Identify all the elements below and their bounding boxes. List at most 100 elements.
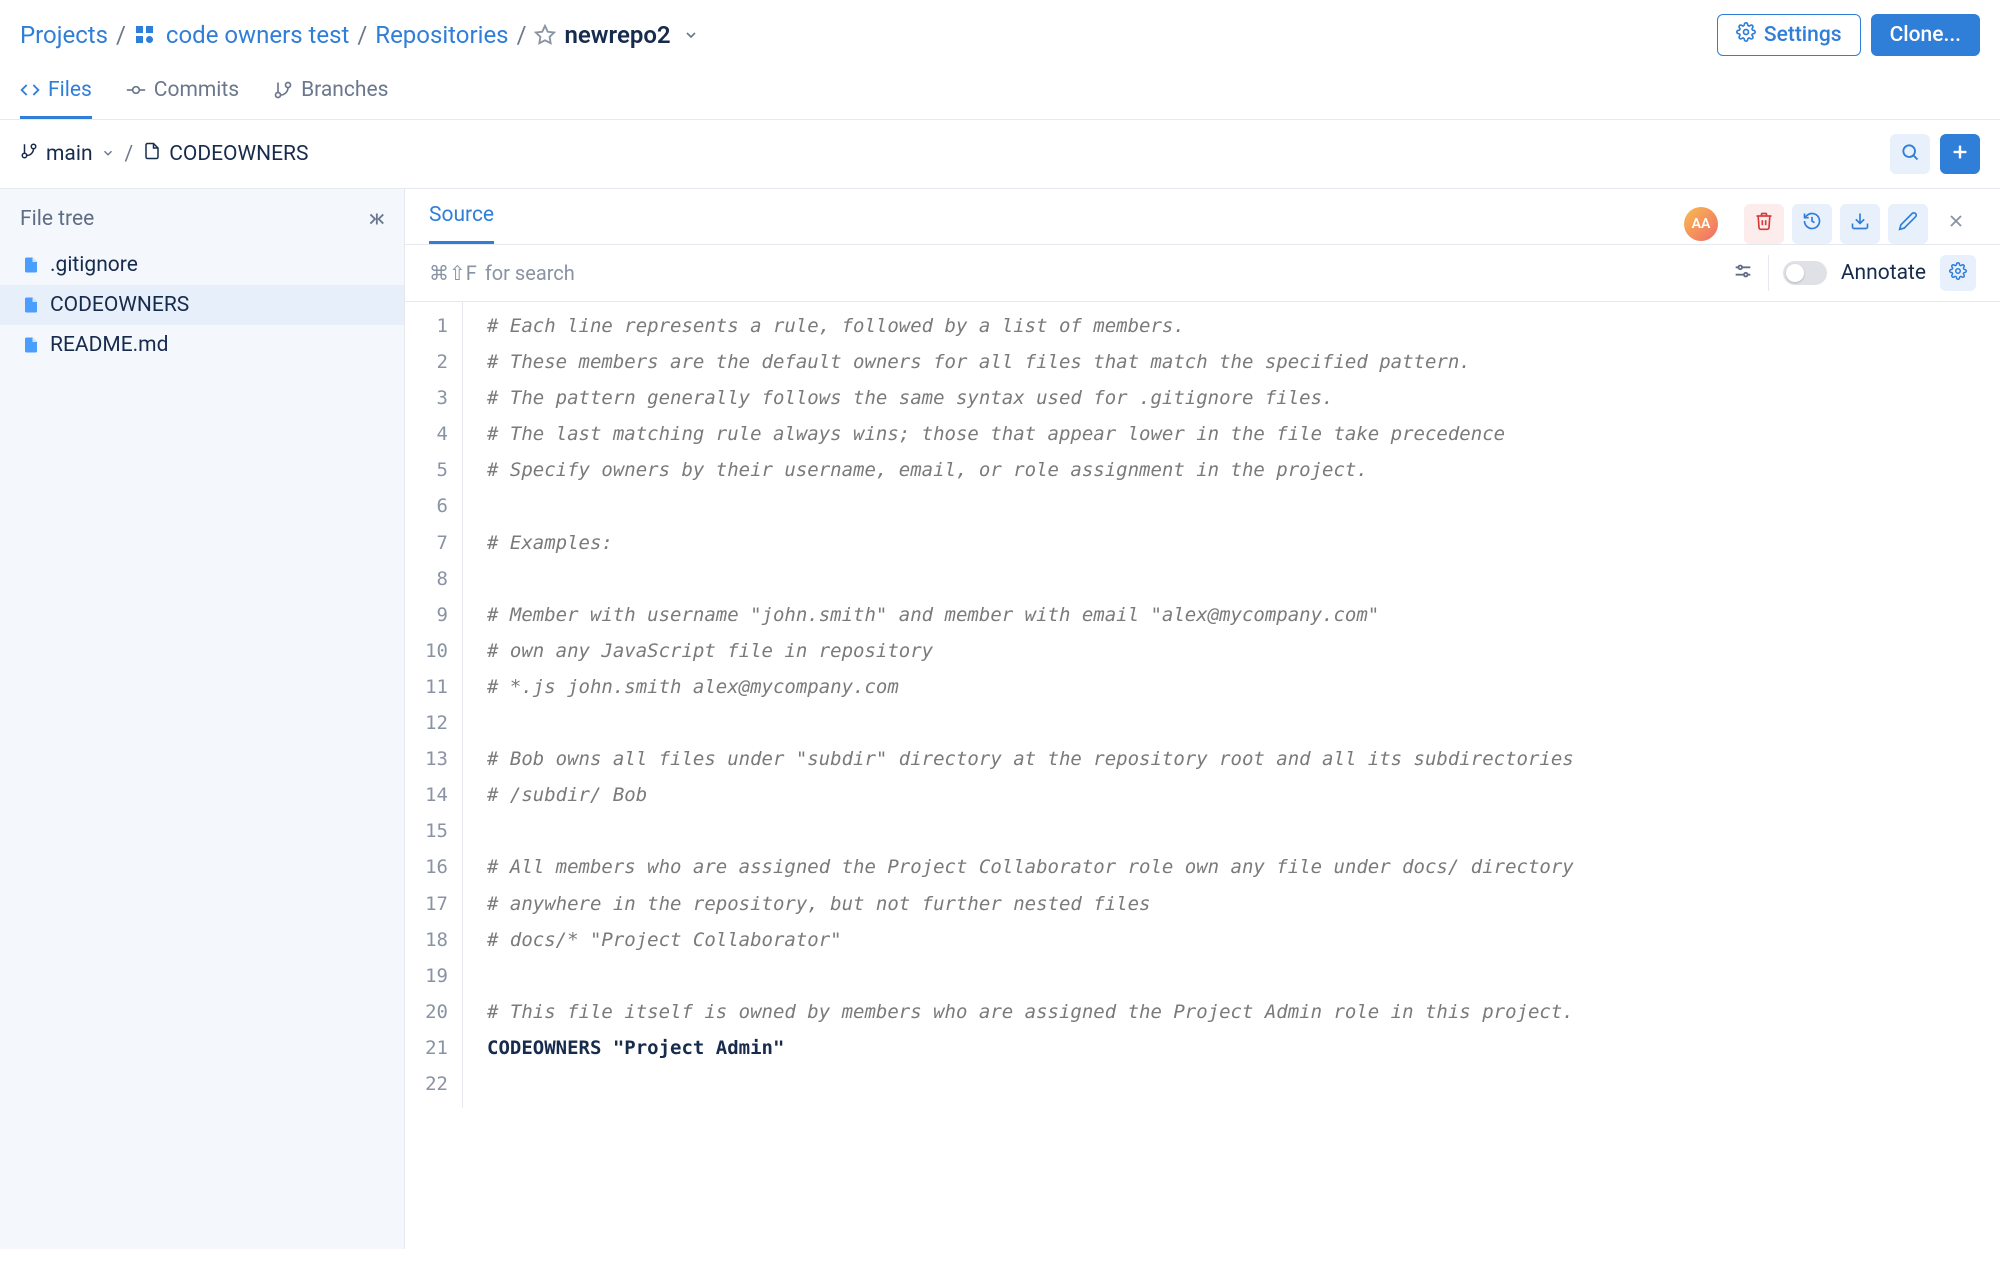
- line-number: 18: [405, 922, 448, 958]
- path-sep: /: [125, 142, 134, 166]
- branch-name: main: [46, 142, 93, 166]
- tree-item[interactable]: README.md: [0, 325, 404, 365]
- search-icon: [1900, 142, 1920, 167]
- divider: [1768, 255, 1769, 291]
- tab-branches[interactable]: Branches: [273, 66, 388, 119]
- collapse-sidebar-icon[interactable]: [364, 208, 386, 230]
- code-line: # All members who are assigned the Proje…: [487, 849, 2000, 885]
- line-number: 16: [405, 849, 448, 885]
- code-line: # This file itself is owned by members w…: [487, 994, 2000, 1030]
- viewer-settings-button[interactable]: [1940, 255, 1976, 291]
- branch-icon: [20, 142, 38, 166]
- tab-commits-label: Commits: [154, 78, 239, 102]
- line-number: 6: [405, 488, 448, 524]
- code-body[interactable]: # Each line represents a rule, followed …: [463, 302, 2000, 1108]
- settings-label: Settings: [1764, 23, 1842, 47]
- close-icon: [1946, 211, 1966, 236]
- pencil-icon: [1898, 211, 1918, 236]
- search-hint-shortcut: ⌘⇧F: [429, 261, 477, 285]
- tree-item[interactable]: .gitignore: [0, 245, 404, 285]
- tree-item-label: CODEOWNERS: [50, 293, 189, 317]
- avatar[interactable]: AA: [1684, 207, 1718, 241]
- code-line: # Examples:: [487, 525, 2000, 561]
- tree-item-label: README.md: [50, 333, 168, 357]
- code-line: [487, 488, 2000, 524]
- edit-button[interactable]: [1888, 204, 1928, 244]
- gear-icon: [1736, 22, 1756, 48]
- plus-icon: [1949, 141, 1971, 168]
- line-gutter: 12345678910111213141516171819202122: [405, 302, 463, 1108]
- file-icon: [22, 255, 40, 275]
- annotate-label: Annotate: [1841, 261, 1926, 285]
- commit-icon: [126, 80, 146, 100]
- filter-icon[interactable]: [1732, 260, 1754, 287]
- delete-button[interactable]: [1744, 204, 1784, 244]
- code-line: [487, 705, 2000, 741]
- code-line: [487, 958, 2000, 994]
- search-button[interactable]: [1890, 134, 1930, 174]
- file-tree-title: File tree: [20, 207, 94, 231]
- breadcrumb-sep: /: [116, 21, 126, 49]
- tab-commits[interactable]: Commits: [126, 66, 239, 119]
- line-number: 9: [405, 597, 448, 633]
- breadcrumb-projects[interactable]: Projects: [20, 21, 108, 49]
- add-button[interactable]: [1940, 134, 1980, 174]
- line-number: 1: [405, 308, 448, 344]
- breadcrumb-sep: /: [357, 21, 367, 49]
- line-number: 7: [405, 525, 448, 561]
- download-button[interactable]: [1840, 204, 1880, 244]
- breadcrumb-sep: /: [517, 21, 527, 49]
- code-line: [487, 561, 2000, 597]
- line-number: 11: [405, 669, 448, 705]
- content-tab-source[interactable]: Source: [429, 203, 494, 244]
- line-number: 5: [405, 452, 448, 488]
- project-icon: [134, 24, 156, 46]
- line-number: 4: [405, 416, 448, 452]
- branch-icon: [273, 80, 293, 100]
- clone-button[interactable]: Clone...: [1871, 14, 1980, 56]
- tree-item[interactable]: CODEOWNERS: [0, 285, 404, 325]
- line-number: 17: [405, 886, 448, 922]
- gear-icon: [1949, 262, 1967, 285]
- file-name: CODEOWNERS: [169, 142, 308, 166]
- tab-branches-label: Branches: [301, 78, 388, 102]
- line-number: 3: [405, 380, 448, 416]
- code-line: # The last matching rule always wins; th…: [487, 416, 2000, 452]
- tab-files[interactable]: Files: [20, 66, 92, 119]
- close-button[interactable]: [1936, 204, 1976, 244]
- code-line: [487, 1066, 2000, 1102]
- branch-selector[interactable]: main: [20, 142, 115, 166]
- line-number: 22: [405, 1066, 448, 1102]
- line-number: 2: [405, 344, 448, 380]
- code-line: # *.js john.smith alex@mycompany.com: [487, 669, 2000, 705]
- file-tree-sidebar: File tree .gitignore CODEOWNERS README.md: [0, 189, 405, 1249]
- clone-label: Clone...: [1890, 23, 1961, 47]
- repo-tabs: Files Commits Branches: [0, 66, 2000, 120]
- line-number: 10: [405, 633, 448, 669]
- code-line: [487, 813, 2000, 849]
- code-icon: [20, 80, 40, 100]
- file-path: CODEOWNERS: [143, 141, 308, 167]
- line-number: 15: [405, 813, 448, 849]
- history-icon: [1802, 211, 1822, 236]
- breadcrumb-repo-name: newrepo2: [564, 21, 670, 49]
- code-line: # Each line represents a rule, followed …: [487, 308, 2000, 344]
- breadcrumb: Projects / code owners test / Repositori…: [20, 21, 699, 49]
- settings-button[interactable]: Settings: [1717, 14, 1861, 56]
- line-number: 12: [405, 705, 448, 741]
- tree-item-label: .gitignore: [50, 253, 138, 277]
- download-icon: [1850, 211, 1870, 236]
- repo-dropdown-chevron-icon[interactable]: [683, 27, 699, 43]
- file-icon: [143, 141, 161, 167]
- breadcrumb-repositories[interactable]: Repositories: [375, 21, 508, 49]
- trash-icon: [1754, 211, 1774, 236]
- code-line: # /subdir/ Bob: [487, 777, 2000, 813]
- line-number: 20: [405, 994, 448, 1030]
- breadcrumb-project-name[interactable]: code owners test: [166, 21, 349, 49]
- annotate-toggle[interactable]: [1783, 261, 1827, 285]
- code-line: # own any JavaScript file in repository: [487, 633, 2000, 669]
- search-hint[interactable]: ⌘⇧F for search: [429, 261, 575, 285]
- line-number: 13: [405, 741, 448, 777]
- history-button[interactable]: [1792, 204, 1832, 244]
- star-icon[interactable]: [534, 24, 556, 46]
